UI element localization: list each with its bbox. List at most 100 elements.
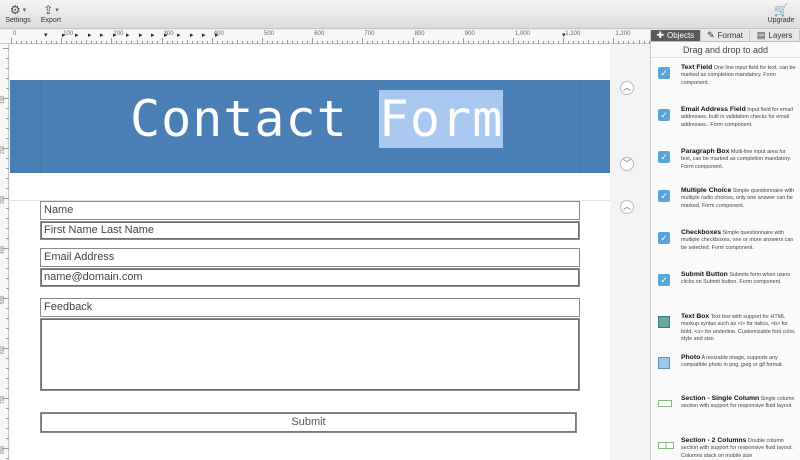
tab-stop-marker[interactable]: ▸ [164,31,168,39]
export-button[interactable]: ⇪ ▾ Export [38,2,64,25]
ruler-minor-tick [166,41,168,44]
submit-button[interactable]: Submit [40,412,577,433]
ruler-minor-tick [246,41,248,44]
ruler-minor-tick [492,41,494,44]
checkbox-icon: ✓ [658,109,670,121]
tab-stop-marker[interactable]: ▸ [215,31,219,39]
object-name: Checkboxes [681,229,722,236]
ruler-minor-tick [171,41,173,44]
tab-stop-marker[interactable]: ▸ [177,31,181,39]
checkbox-icon: ✓ [658,274,670,286]
ruler-minor-tick [16,41,18,44]
ruler-minor-tick [126,41,128,44]
settings-button[interactable]: ⚙ ▾ Settings [4,2,32,25]
ruler-minor-tick [437,40,439,44]
name-input[interactable]: First Name Last Name [40,221,580,240]
feedback-textarea[interactable] [40,318,580,391]
ruler-tick [6,218,9,219]
ruler-minor-tick [588,40,590,44]
ruler-minor-tick [96,41,98,44]
form-page: Contact Form Name First Name Last Name E… [10,45,610,460]
drag-hint: Drag and drop to add [651,42,800,58]
two-column-icon [658,442,674,449]
canvas: 0 100 200 300 400 500 600 700 800 900 1,000 1,100 1,… [0,30,650,460]
tab-stop-marker[interactable]: ▸ [88,31,92,39]
chevron-up-icon[interactable]: ︿ [620,81,634,95]
ruler-minor-tick [256,41,258,44]
tab-layers[interactable]: ▤ Layers [750,30,800,41]
ruler-label: 800 [0,445,6,454]
ruler-minor-tick [392,41,394,44]
ruler-minor-tick [121,41,123,44]
page-title[interactable]: Contact Form [130,90,504,148]
ruler-tick [462,38,464,44]
ruler-label: 1,000 [515,31,531,37]
ruler-minor-tick [307,41,309,44]
ruler-minor-tick [447,41,449,44]
tab-stop-marker[interactable]: ▸ [151,31,155,39]
tab-objects[interactable]: ✚ Objects [651,30,701,41]
ruler-minor-tick [327,41,329,44]
single-column-icon [658,400,672,407]
ruler-minor-tick [402,41,404,44]
tab-format[interactable]: ✎ Format [701,30,751,41]
ruler-minor-tick [181,41,183,44]
ruler-tick [6,268,9,269]
gear-icon: ⚙ [9,2,21,17]
object-description: Section - Single Column Single column se… [681,395,797,411]
checkbox-icon: ✓ [658,190,670,202]
ruler-minor-tick [533,41,535,44]
ruler-minor-tick [523,41,525,44]
ruler-minor-tick [528,41,530,44]
email-label[interactable]: Email Address [40,248,580,267]
ruler-minor-tick [116,41,118,44]
ruler-label: 800 [414,31,425,37]
export-label: Export [40,17,62,24]
ruler-tick [161,38,163,44]
tab-stop-marker[interactable]: ▾ [562,31,566,39]
ruler-minor-tick [573,41,575,44]
tab-stop-marker[interactable]: ▸ [139,31,143,39]
tab-stop-marker[interactable]: ▸ [202,31,206,39]
ruler-minor-tick [518,41,520,44]
upgrade-button[interactable]: 🛒 Upgrade [764,2,798,25]
chevron-down-icon: ▾ [55,6,59,14]
tab-stop-marker[interactable]: ▸ [75,31,79,39]
object-description: Section - 2 Columns Double column sectio… [681,437,797,460]
tab-stop-marker[interactable]: ▸ [113,31,117,39]
chevron-up-icon[interactable]: ︿ [620,200,634,214]
ruler-minor-tick [407,41,409,44]
ruler-minor-tick [41,41,43,44]
tab-stop-marker[interactable]: ▸ [190,31,194,39]
ruler-tick [6,88,9,89]
tab-stop-marker[interactable]: ▾ [44,31,48,39]
chevron-down-icon: ▾ [22,6,27,14]
object-name: Multiple Choice [681,187,732,194]
feedback-label[interactable]: Feedback [40,298,580,317]
object-name: Submit Button [681,271,728,278]
ruler-tick [6,458,9,459]
ruler-minor-tick [367,41,369,44]
header-section[interactable]: Contact Form [10,80,610,173]
cart-icon: 🛒 [773,2,789,17]
ruler-minor-tick [583,41,585,44]
ruler-minor-tick [342,41,344,44]
ruler-minor-tick [51,41,53,44]
textbox-icon [658,316,670,328]
ruler-tick [6,58,9,59]
ruler-tick [6,408,9,409]
email-input[interactable]: name@domain.com [40,268,580,287]
ruler-minor-tick [502,41,504,44]
ruler-minor-tick [387,40,389,44]
ruler-minor-tick [136,40,138,44]
ruler-tick [6,178,9,179]
ruler-tick [6,368,9,369]
ruler-minor-tick [382,41,384,44]
ruler-tick [6,78,9,79]
tab-stop-marker[interactable]: ▸ [100,31,104,39]
ruler-minor-tick [191,41,193,44]
tab-stop-marker[interactable]: ▸ [126,31,130,39]
chevron-down-icon[interactable]: ﹀ [620,157,634,171]
name-label[interactable]: Name [40,201,580,220]
tab-stop-marker[interactable]: ▸ [62,31,66,39]
